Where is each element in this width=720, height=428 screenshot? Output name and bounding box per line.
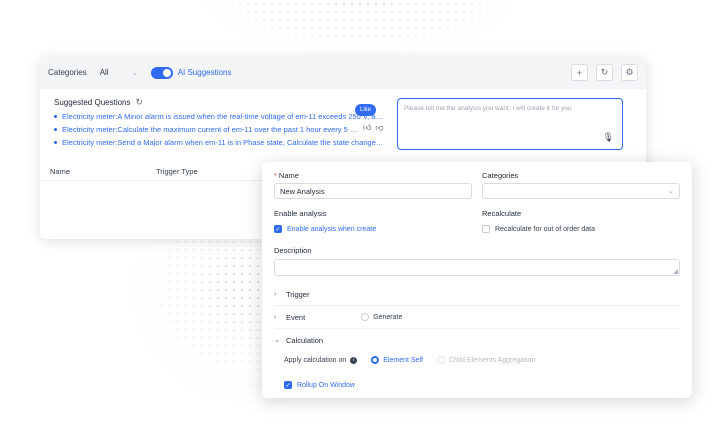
suggested-question[interactable]: Electricity meter:A Minor alarm is issue… [54, 112, 384, 121]
radio-disabled-icon [436, 356, 445, 364]
plus-icon: + [576, 67, 583, 78]
dot-pattern-top [180, 0, 510, 60]
required-marker: * [274, 171, 277, 180]
recalculate-checkbox[interactable]: Recalculate for out of order data [482, 225, 595, 233]
question-text: Electricity meter:Send a Major alarm whe… [62, 138, 384, 147]
like-tooltip: Like [355, 104, 377, 116]
chevron-right-icon: › [274, 291, 277, 298]
child-aggregation-radio: Child Elements Aggregation [436, 356, 536, 364]
feedback-buttons: 👍︎ 👎︎ [363, 123, 384, 133]
toggle-knob [162, 68, 171, 77]
name-label-text: Name [278, 171, 299, 180]
enable-analysis-checkbox[interactable]: ✓ Enable analysis when create [274, 225, 376, 233]
generate-radio-label: Generate [373, 313, 403, 321]
settings-button[interactable]: ⚙ [621, 64, 638, 81]
microphone-icon[interactable]: 🎙︎ [603, 132, 614, 143]
chevron-down-icon: ⌄ [274, 337, 280, 344]
categories-select[interactable]: ⌄ [482, 183, 680, 199]
ai-prompt-placeholder: Please tell me the analysis you want, I … [404, 105, 572, 112]
recalculate-label: Recalculate [482, 209, 522, 218]
suggested-question[interactable]: Electricity meter:Calculate the maximum … [54, 125, 384, 134]
suggested-title-text: Suggested Questions [54, 98, 131, 107]
suggested-questions: Suggested Questions ↻ Electricity meter:… [54, 97, 384, 147]
chevron-down-icon: ⌄ [131, 69, 138, 77]
chevron-right-icon: › [274, 313, 277, 321]
enable-analysis-label: Enable analysis [274, 209, 327, 218]
column-header-name: Name [50, 167, 71, 176]
chevron-down-icon: ⌄ [668, 188, 674, 195]
refresh-icon: ↻ [600, 67, 609, 77]
name-input-value: New Analysis [280, 186, 325, 196]
suggested-questions-title: Suggested Questions ↻ [54, 97, 384, 108]
element-self-radio[interactable]: Element Self [371, 356, 423, 364]
recalculate-checkbox-label: Recalculate for out of order data [495, 225, 596, 233]
ai-suggestions-toggle[interactable] [150, 66, 173, 79]
add-button[interactable]: + [571, 64, 588, 81]
event-section-title: Event [286, 312, 306, 322]
gear-icon: ⚙ [625, 67, 634, 77]
element-self-radio-label: Element Self [383, 356, 423, 364]
thumbs-up-icon[interactable]: 👍︎ [363, 123, 371, 133]
description-textarea[interactable]: ◢ [274, 259, 680, 276]
toolbar-actions: + ↻ ⚙ [571, 64, 638, 81]
question-text: Electricity meter:A Minor alarm is issue… [62, 112, 384, 121]
categories-filter-value: All [99, 68, 109, 77]
calculation-section[interactable]: ⌄ Calculation [274, 329, 680, 351]
apply-calculation-row: Apply calculation on i Element Self Chil… [284, 356, 535, 364]
refresh-suggestions-icon[interactable]: ↻ [136, 97, 144, 108]
enable-analysis-checkbox-label: Enable analysis when create [287, 225, 377, 233]
calculation-section-title: Calculation [286, 335, 324, 345]
apply-calculation-label: Apply calculation on [284, 356, 347, 364]
radio-checked-icon [371, 356, 380, 364]
column-header-trigger-type: Trigger Type [156, 167, 198, 176]
bullet-icon [54, 115, 57, 118]
refresh-button[interactable]: ↻ [596, 64, 613, 81]
bullet-icon [54, 128, 57, 131]
new-analysis-form: * Name New Analysis Categories ⌄ Enable a… [262, 162, 692, 398]
description-label: Description [274, 246, 312, 255]
event-section[interactable]: › Event Generate [274, 306, 680, 329]
ai-suggestions-label: AI Suggestions [177, 68, 232, 77]
list-toolbar: Categories All ⌄ AI Suggestions + ↻ ⚙ [40, 57, 646, 89]
checkbox-checked-icon: ✓ [284, 381, 292, 389]
resize-handle-icon[interactable]: ◢ [673, 268, 678, 275]
trigger-section[interactable]: › Trigger [274, 284, 680, 306]
name-input[interactable]: New Analysis [274, 183, 472, 199]
name-label: * Name [274, 171, 299, 180]
radio-unchecked-icon [361, 313, 370, 321]
bullet-icon [54, 141, 57, 144]
checkbox-unchecked-icon [482, 225, 490, 233]
suggested-question[interactable]: Electricity meter:Send a Major alarm whe… [54, 138, 384, 147]
thumbs-down-icon[interactable]: 👎︎ [375, 123, 383, 133]
rollup-on-window-label: Rollup On Window [297, 381, 355, 389]
info-icon[interactable]: i [350, 356, 358, 364]
trigger-section-title: Trigger [286, 290, 310, 299]
categories-filter-label: Categories [48, 68, 87, 77]
categories-label: Categories [482, 171, 519, 180]
question-text: Electricity meter:Calculate the maximum … [62, 125, 362, 134]
child-aggregation-radio-label: Child Elements Aggregation [448, 356, 536, 364]
checkbox-checked-icon: ✓ [274, 225, 282, 233]
categories-filter-select[interactable]: All ⌄ [97, 64, 141, 82]
ai-prompt-input[interactable]: Please tell me the analysis you want, I … [397, 98, 623, 150]
rollup-on-window-checkbox[interactable]: ✓ Rollup On Window [284, 381, 355, 389]
generate-radio[interactable]: Generate [361, 313, 402, 321]
